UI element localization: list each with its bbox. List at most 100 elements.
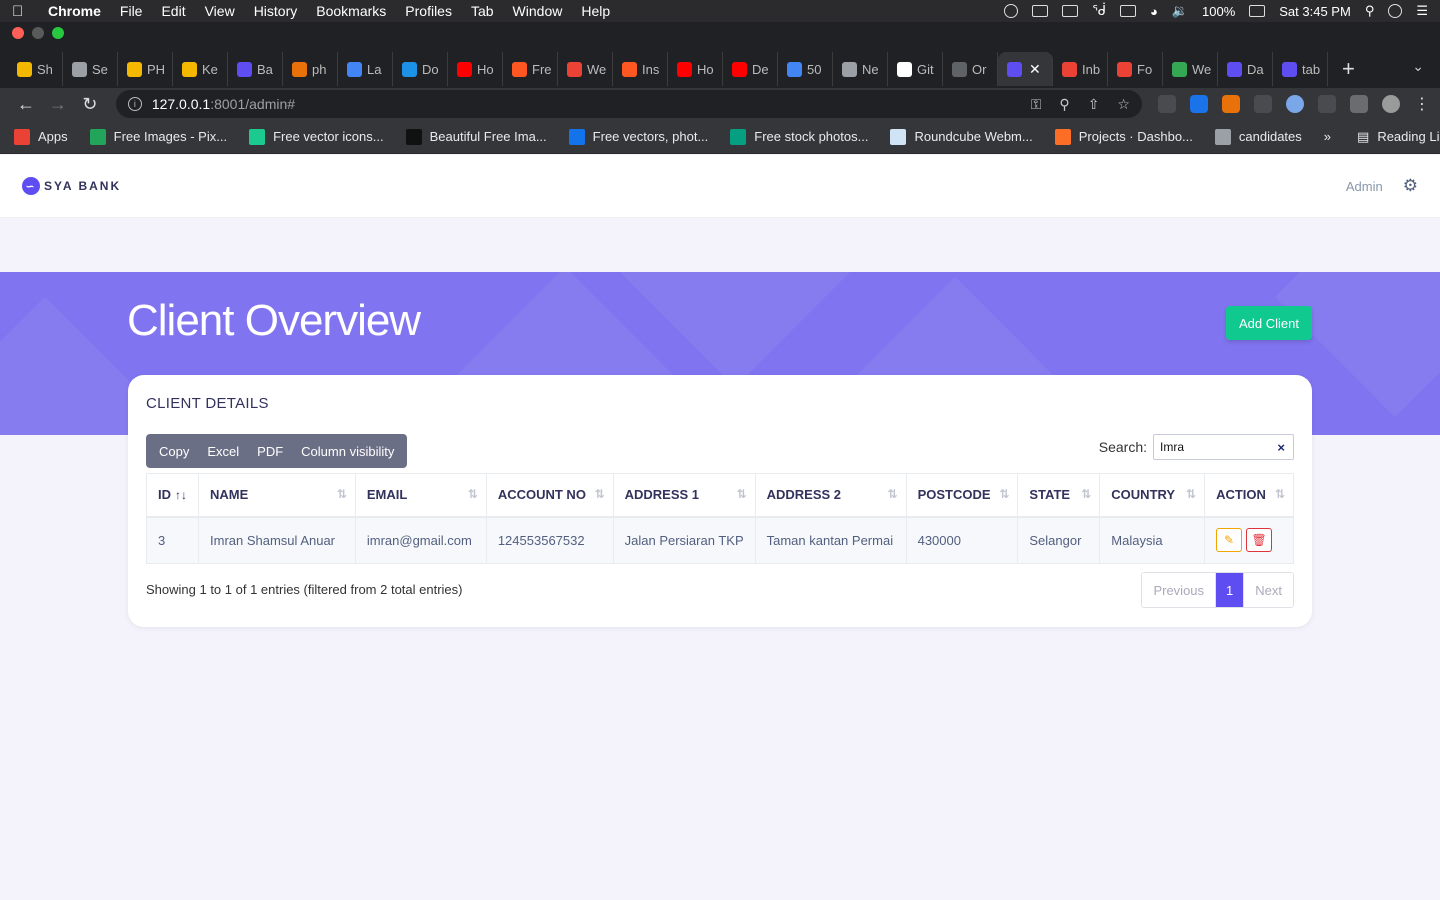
delete-trash-icon[interactable]: 🗑 bbox=[1246, 528, 1273, 553]
browser-tab[interactable]: Do bbox=[393, 52, 448, 86]
tab-search-chevron-icon[interactable]: ⌄ bbox=[1412, 58, 1424, 75]
browser-tab[interactable]: Ins bbox=[613, 52, 668, 86]
device-extension-icon[interactable] bbox=[1317, 95, 1336, 113]
menu-bookmarks[interactable]: Bookmarks bbox=[316, 3, 386, 19]
battery-icon[interactable] bbox=[1249, 5, 1266, 17]
browser-tab[interactable]: Fo bbox=[1108, 52, 1163, 86]
browser-tab[interactable]: Ho bbox=[448, 52, 503, 86]
bookmark-item[interactable]: Roundcube Webm... bbox=[890, 128, 1033, 145]
previous-page-button[interactable]: Previous bbox=[1142, 573, 1217, 607]
forward-arrow-icon[interactable]: → bbox=[42, 94, 74, 115]
keyboard-icon[interactable] bbox=[1062, 5, 1079, 17]
creative-cloud-icon[interactable] bbox=[1004, 4, 1019, 18]
browser-tab[interactable]: La bbox=[338, 52, 393, 86]
new-tab-plus-icon[interactable]: + bbox=[1342, 56, 1355, 82]
profile-avatar[interactable] bbox=[1381, 95, 1400, 113]
clock[interactable]: Sat 3:45 PM bbox=[1279, 4, 1351, 19]
browser-tab[interactable]: De bbox=[723, 52, 778, 86]
excel-button[interactable]: Excel bbox=[198, 434, 248, 468]
edit-pencil-icon[interactable]: ✎ bbox=[1216, 528, 1243, 553]
menu-tab[interactable]: Tab bbox=[471, 3, 494, 19]
menu-app-name[interactable]: Chrome bbox=[48, 3, 101, 19]
reload-icon[interactable]: ↻ bbox=[74, 94, 106, 115]
browser-tab[interactable]: ph bbox=[283, 52, 338, 86]
share-icon[interactable]: ⇧ bbox=[1088, 96, 1100, 113]
add-client-button[interactable]: Add Client bbox=[1226, 306, 1312, 340]
apple-icon[interactable]:  bbox=[12, 3, 34, 20]
column-header-id[interactable]: ID ↑↓ bbox=[146, 473, 199, 518]
color-picker-extension-icon[interactable] bbox=[1157, 95, 1176, 113]
browser-tab[interactable]: We bbox=[558, 52, 613, 86]
browser-tab[interactable]: Ke bbox=[173, 52, 228, 86]
control-center-icon[interactable]: ☰ bbox=[1416, 3, 1428, 19]
column-header-address-2[interactable]: ADDRESS 2 ⇅ bbox=[754, 473, 907, 518]
column-header-state[interactable]: STATE ⇅ bbox=[1017, 473, 1101, 518]
browser-tab[interactable]: Inb bbox=[1053, 52, 1108, 86]
browser-tab[interactable]: Fre bbox=[503, 52, 558, 86]
back-arrow-icon[interactable]: ← bbox=[10, 94, 42, 115]
volume-icon[interactable]: 🔉 bbox=[1172, 3, 1188, 19]
wifi-icon[interactable]: ◕ bbox=[1150, 4, 1158, 19]
browser-tab[interactable]: Git bbox=[888, 52, 943, 86]
spotlight-search-icon[interactable]: ⚲ bbox=[1365, 3, 1375, 19]
menu-window[interactable]: Window bbox=[513, 3, 563, 19]
browser-tab[interactable]: Ba bbox=[228, 52, 283, 86]
bookmark-star-icon[interactable]: ☆ bbox=[1117, 96, 1130, 113]
siri-icon[interactable] bbox=[1388, 4, 1403, 18]
display-icon[interactable] bbox=[1032, 5, 1049, 17]
bookmark-item[interactable]: Apps bbox=[14, 128, 68, 145]
bluetooth-icon[interactable]: ᖂ bbox=[1092, 3, 1106, 19]
menu-file[interactable]: File bbox=[120, 3, 143, 19]
clear-search-icon[interactable]: × bbox=[1277, 440, 1285, 455]
next-page-button[interactable]: Next bbox=[1244, 573, 1293, 607]
brand-logo[interactable]: ∽ SYA BANK bbox=[22, 177, 121, 195]
key-icon[interactable]: ⚿ bbox=[1031, 96, 1042, 113]
browser-tab[interactable]: Sh bbox=[8, 52, 63, 86]
address-bar[interactable]: i 127.0.0.1:8001/admin# ⚿ ⚲ ⇧ ☆ bbox=[115, 90, 1142, 118]
page-1-button[interactable]: 1 bbox=[1216, 573, 1245, 607]
bookmark-item[interactable]: Free stock photos... bbox=[730, 128, 868, 145]
column-header-account-no[interactable]: ACCOUNT NO ⇅ bbox=[485, 473, 614, 518]
chrome-menu-icon[interactable]: ⋮ bbox=[1414, 94, 1430, 114]
site-info-icon[interactable]: i bbox=[127, 97, 142, 111]
browser-tab[interactable]: Or bbox=[943, 52, 998, 86]
memory-icon[interactable] bbox=[1119, 5, 1136, 17]
menu-edit[interactable]: Edit bbox=[161, 3, 185, 19]
browser-tab[interactable]: Ne bbox=[833, 52, 888, 86]
zoom-window-button[interactable] bbox=[52, 27, 64, 39]
browser-tab[interactable]: Ho bbox=[668, 52, 723, 86]
more-bookmarks-chevron[interactable]: » bbox=[1324, 129, 1331, 144]
pdf-button[interactable]: PDF bbox=[248, 434, 292, 468]
menu-view[interactable]: View bbox=[205, 3, 235, 19]
bookmark-item[interactable]: candidates bbox=[1214, 128, 1302, 145]
minimize-window-button[interactable] bbox=[32, 27, 44, 39]
bookmark-item[interactable]: Projects · Dashbo... bbox=[1054, 128, 1193, 145]
bookmark-item[interactable]: Free Images - Pix... bbox=[89, 128, 227, 145]
menu-profiles[interactable]: Profiles bbox=[405, 3, 452, 19]
bookmark-item[interactable]: Beautiful Free Ima... bbox=[405, 128, 547, 145]
menu-help[interactable]: Help bbox=[581, 3, 610, 19]
zoom-icon[interactable]: ⚲ bbox=[1059, 96, 1069, 113]
browser-tab[interactable]: We bbox=[1163, 52, 1218, 86]
postman-extension-icon[interactable] bbox=[1221, 95, 1240, 113]
column-header-address-1[interactable]: ADDRESS 1 ⇅ bbox=[612, 473, 756, 518]
browser-tab[interactable]: 50 bbox=[778, 52, 833, 86]
bookmark-item[interactable]: Free vector icons... bbox=[249, 128, 384, 145]
column-header-postcode[interactable]: POSTCODE ⇅ bbox=[905, 473, 1019, 518]
browser-tab[interactable]: Da bbox=[1218, 52, 1273, 86]
close-tab-icon[interactable]: ✕ bbox=[1029, 61, 1041, 78]
puzzle-extensions-icon[interactable] bbox=[1349, 95, 1368, 113]
s-extension-icon[interactable] bbox=[1189, 95, 1208, 113]
reading-list-button[interactable]: ▤ Reading List bbox=[1357, 129, 1440, 145]
menu-history[interactable]: History bbox=[254, 3, 298, 19]
column-header-country[interactable]: COUNTRY ⇅ bbox=[1099, 473, 1206, 518]
copy-button[interactable]: Copy bbox=[150, 434, 198, 468]
browser-tab[interactable]: tab bbox=[1273, 52, 1328, 86]
vpn-extension-icon[interactable] bbox=[1285, 95, 1304, 113]
search-input[interactable]: Imra × bbox=[1153, 434, 1294, 460]
browser-tab[interactable]: Se bbox=[63, 52, 118, 86]
tab-active[interactable]: ✕ bbox=[998, 52, 1053, 86]
extension-icon[interactable] bbox=[1253, 95, 1272, 113]
browser-tab[interactable]: PH bbox=[118, 52, 173, 86]
column-visibility-button[interactable]: Column visibility bbox=[292, 434, 403, 468]
